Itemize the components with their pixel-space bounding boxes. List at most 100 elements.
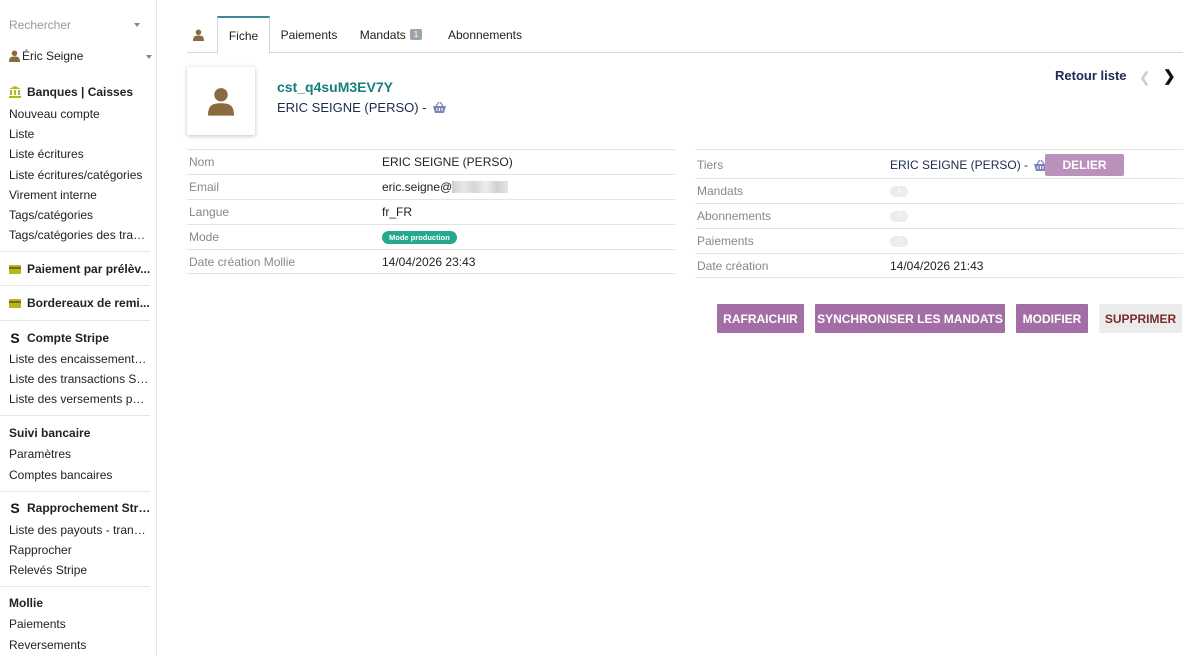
sidebar-section-title: Compte Stripe <box>27 331 110 345</box>
modifier-button[interactable]: MODIFIER <box>1016 304 1088 333</box>
sidebar: Rechercher Éric Seigne Banques | Caisses… <box>0 0 157 656</box>
user-icon <box>9 50 20 62</box>
email-value: eric.seigne@ <box>382 180 453 194</box>
sidebar-section-suivi-bancaire[interactable]: Suivi bancaire <box>9 423 90 443</box>
chevron-down-icon <box>134 23 140 27</box>
count-badge: 1 <box>409 29 423 40</box>
stripe-icon: S <box>10 330 20 346</box>
table-row: Mandats 1 <box>695 178 1183 203</box>
sidebar-section-compte-stripe[interactable]: S Compte Stripe <box>9 328 109 348</box>
table-row: Email eric.seigne@ <box>187 174 675 199</box>
sidebar-item-releves-stripe[interactable]: Relevés Stripe <box>9 561 149 579</box>
chevron-right-icon[interactable]: ❯ <box>1163 67 1176 85</box>
table-row: Langue fr_FR <box>187 199 675 224</box>
field-value: 14/04/2026 21:43 <box>890 259 984 273</box>
sidebar-item-virement-interne[interactable]: Virement interne <box>9 186 149 204</box>
divider <box>0 251 150 252</box>
back-to-list-link[interactable]: Retour liste <box>1055 68 1127 83</box>
tab-paiements[interactable]: Paiements <box>275 16 343 53</box>
table-row: Mode Mode production <box>187 224 675 249</box>
tab-label: Mandats <box>359 27 406 42</box>
sidebar-section-prelevement[interactable]: Paiement par prélèv... <box>9 259 150 279</box>
user-selector[interactable]: Éric Seigne <box>0 45 156 69</box>
card-icon <box>9 297 21 309</box>
count-badge: 0 <box>890 236 908 247</box>
field-label: Tiers <box>697 158 724 172</box>
customer-ref: cst_q4suM3EV7Y <box>277 79 393 95</box>
chevron-left-icon[interactable]: ❮ <box>1139 69 1151 86</box>
tab-fiche[interactable]: Fiche <box>217 16 270 54</box>
sidebar-section-bordereaux[interactable]: Bordereaux de remi... <box>9 293 150 313</box>
field-label: Abonnements <box>697 209 772 223</box>
rafraichir-button[interactable]: RAFRAICHIR <box>717 304 804 333</box>
sidebar-item-encaissements[interactable]: Liste des encaissements ... <box>9 350 149 368</box>
bank-icon <box>9 86 21 98</box>
supprimer-button[interactable]: SUPPRIMER <box>1099 304 1182 333</box>
field-label: Date création Mollie <box>189 255 296 269</box>
user-name: Éric Seigne <box>22 49 84 63</box>
field-value: eric.seigne@ <box>382 180 509 194</box>
field-value: fr_FR <box>382 205 412 219</box>
table-row: Date création 14/04/2026 21:43 <box>695 253 1183 278</box>
tiers-value: ERIC SEIGNE (PERSO) - <box>890 158 1048 172</box>
search-placeholder: Rechercher <box>9 18 72 32</box>
table-row: Paiements 0 <box>695 228 1183 253</box>
user-icon <box>208 87 234 116</box>
sidebar-item-tags-categories-trans[interactable]: Tags/catégories des tran... <box>9 226 149 244</box>
tab-user[interactable] <box>187 16 209 53</box>
field-label: Nom <box>189 155 215 169</box>
divider <box>0 491 150 492</box>
sidebar-item-tags-categories[interactable]: Tags/catégories <box>9 206 149 224</box>
table-row: Abonnements 0 <box>695 203 1183 228</box>
field-label: Date création <box>697 259 769 273</box>
sidebar-item-versements[interactable]: Liste des versements par... <box>9 390 149 408</box>
tab-abonnements[interactable]: Abonnements <box>443 16 527 53</box>
divider <box>0 586 150 587</box>
basket-icon[interactable] <box>432 102 446 113</box>
sidebar-section-title: Suivi bancaire <box>9 426 91 440</box>
search-input[interactable]: Rechercher <box>0 14 150 38</box>
count-badge: 1 <box>890 186 908 197</box>
mode-badge: Mode production <box>382 231 457 244</box>
synchroniser-mandats-button[interactable]: SYNCHRONISER LES MANDATS <box>815 304 1005 333</box>
sidebar-item-nouveau-compte[interactable]: Nouveau compte <box>9 105 149 123</box>
count-badge: 0 <box>890 211 908 222</box>
sidebar-section-mollie[interactable]: Mollie <box>9 593 43 613</box>
tab-bar: Fiche Paiements Mandats 1 Abonnements <box>187 16 1183 54</box>
table-row: Date création Mollie 14/04/2026 23:43 <box>187 249 675 274</box>
customer-name: ERIC SEIGNE (PERSO) - <box>277 100 446 115</box>
left-fields-table: Nom ERIC SEIGNE (PERSO) Email eric.seign… <box>187 149 675 275</box>
sidebar-item-comptes-bancaires[interactable]: Comptes bancaires <box>9 466 149 484</box>
sidebar-item-liste-ecritures-categories[interactable]: Liste écritures/catégories <box>9 166 149 184</box>
table-row: Tiers ERIC SEIGNE (PERSO) - DELIER <box>695 149 1183 178</box>
delier-button[interactable]: DELIER <box>1045 154 1124 176</box>
sidebar-item-payouts[interactable]: Liste des payouts - transf... <box>9 521 149 539</box>
sidebar-item-transactions-stripe[interactable]: Liste des transactions Str... <box>9 370 149 388</box>
table-row: Nom ERIC SEIGNE (PERSO) <box>187 149 675 174</box>
sidebar-section-rapprochement-stripe[interactable]: S Rapprochement Stripe <box>9 498 151 518</box>
sidebar-item-reversements[interactable]: Reversements <box>9 636 149 654</box>
sidebar-section-title: Bordereaux de remi... <box>27 296 150 310</box>
sidebar-section-title: Paiement par prélèv... <box>27 262 151 276</box>
divider <box>0 320 150 321</box>
sidebar-item-paiements[interactable]: Paiements <box>9 615 149 633</box>
field-label: Mode <box>189 230 220 244</box>
sidebar-item-liste-ecritures[interactable]: Liste écritures <box>9 145 149 163</box>
field-label: Email <box>189 180 220 194</box>
divider <box>0 415 150 416</box>
sidebar-section-banques[interactable]: Banques | Caisses <box>9 82 133 102</box>
avatar <box>187 67 255 135</box>
field-value: 14/04/2026 23:43 <box>382 255 476 269</box>
chevron-down-icon <box>146 55 152 59</box>
field-value: ERIC SEIGNE (PERSO) <box>382 155 513 169</box>
sidebar-item-rapprocher[interactable]: Rapprocher <box>9 541 149 559</box>
divider <box>0 285 150 286</box>
sidebar-item-parametres[interactable]: Paramètres <box>9 445 149 463</box>
field-label: Langue <box>189 205 230 219</box>
tiers-name[interactable]: ERIC SEIGNE (PERSO) - <box>890 158 1028 172</box>
sidebar-section-title: Banques | Caisses <box>27 85 134 99</box>
field-label: Mandats <box>697 184 744 198</box>
sidebar-item-liste[interactable]: Liste <box>9 125 149 143</box>
tab-mandats[interactable]: Mandats 1 <box>355 16 427 53</box>
sidebar-section-title: Rapprochement Stripe <box>27 501 151 515</box>
